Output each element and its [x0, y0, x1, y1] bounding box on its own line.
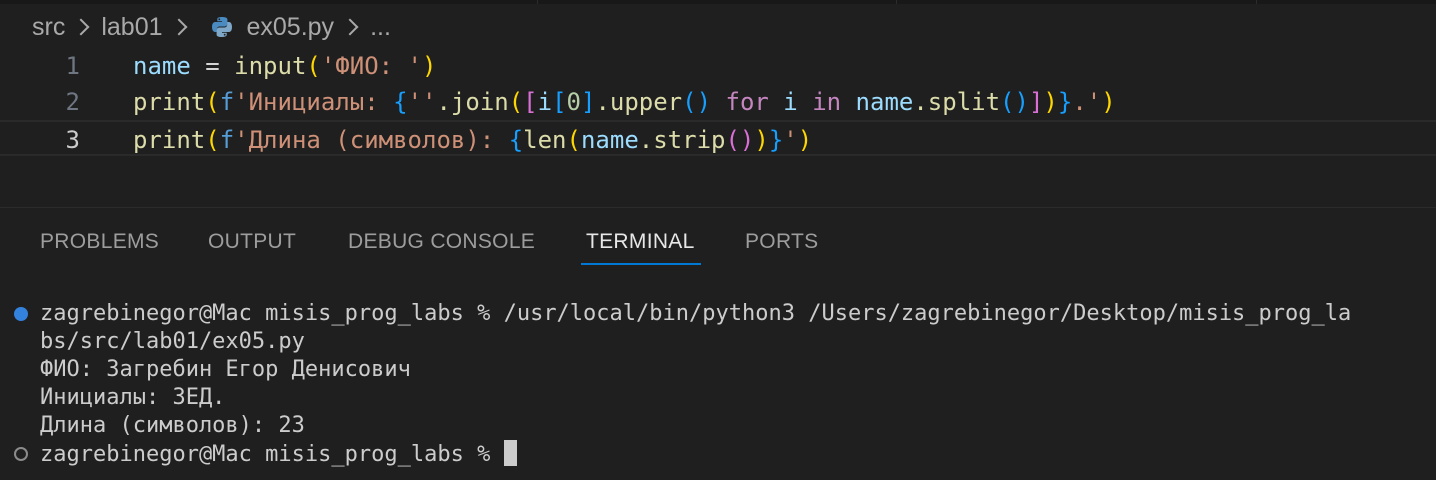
code-line[interactable]: 2 print(f'Инициалы: {''.join([i[0].upper… — [0, 84, 1436, 120]
token: .split — [913, 88, 1001, 116]
token: .' — [1072, 88, 1102, 116]
token: 'Длина (символов): — [234, 126, 509, 154]
token: } — [1057, 88, 1073, 116]
terminal-line: zagrebinegor@Mac misis_prog_labs % /usr/… — [40, 301, 1352, 326]
token: ( — [306, 52, 321, 80]
token: ] — [1028, 88, 1044, 116]
token: len — [523, 126, 567, 154]
code-editor[interactable]: 1 name = input('ФИО: ') 2 print(f'Инициа… — [0, 46, 1436, 206]
tab-terminal[interactable]: TERMINAL — [586, 230, 695, 254]
top-tab-strip — [0, 0, 1436, 4]
token: () — [725, 126, 755, 154]
token: 'Инициалы: — [234, 88, 394, 116]
token: name — [855, 88, 914, 116]
code-text: name = input('ФИО: ') — [133, 48, 436, 84]
token: name — [133, 52, 191, 80]
terminal-line: Инициалы: ЗЕД. — [40, 385, 226, 410]
token: for — [711, 88, 784, 116]
token: .upper — [595, 88, 683, 116]
token: i — [537, 88, 553, 116]
token: ( — [205, 88, 220, 116]
command-status-dot-icon[interactable] — [14, 447, 28, 461]
chevron-right-icon — [341, 18, 359, 36]
code-text: print(f'Длина (символов): {len(name.stri… — [133, 122, 812, 158]
python-file-icon — [211, 16, 233, 38]
token: input — [234, 52, 307, 80]
code-text: print(f'Инициалы: {''.join([i[0].upper()… — [133, 84, 1116, 120]
token: [ — [552, 88, 567, 116]
token: ) — [754, 126, 769, 154]
breadcrumb-item-file[interactable]: ex05.py — [247, 13, 335, 42]
panel-divider — [0, 207, 1436, 208]
token: ) — [1101, 88, 1116, 116]
code-line-current[interactable]: 3 print(f'Длина (символов): {len(name.st… — [0, 120, 1436, 156]
token: f — [219, 88, 235, 116]
panel-tabs: PROBLEMS OUTPUT DEBUG CONSOLE TERMINAL P… — [0, 222, 1436, 266]
token: ( — [508, 88, 524, 116]
token: ' — [783, 126, 798, 154]
token: i — [783, 88, 798, 116]
token: = — [190, 52, 235, 80]
chevron-right-icon — [170, 18, 187, 36]
breadcrumb-item-src[interactable]: src — [32, 13, 65, 42]
command-status-dot-icon[interactable] — [14, 307, 28, 321]
terminal-line: Длина (символов): 23 — [40, 413, 305, 438]
active-tab-indicator — [581, 263, 701, 265]
token: } — [768, 126, 784, 154]
token: f — [219, 126, 235, 154]
line-number: 3 — [65, 126, 80, 154]
terminal-line: bs/src/lab01/ex05.py — [40, 329, 305, 354]
line-number: 2 — [65, 88, 80, 116]
token: ) — [1043, 88, 1058, 116]
token: ( — [566, 126, 581, 154]
breadcrumb: src lab01 ex05.py ... — [32, 10, 391, 44]
terminal[interactable]: zagrebinegor@Mac misis_prog_labs % /usr/… — [0, 300, 1436, 480]
tab-debug-console[interactable]: DEBUG CONSOLE — [348, 230, 535, 254]
token: 0 — [566, 88, 581, 116]
tab-divider — [537, 0, 538, 4]
line-number: 1 — [65, 52, 80, 80]
breadcrumb-item-more[interactable]: ... — [370, 13, 391, 42]
tab-ports[interactable]: PORTS — [745, 230, 818, 254]
tab-divider — [896, 0, 897, 4]
token: 'ФИО: ' — [320, 52, 423, 80]
terminal-prompt-line[interactable]: zagrebinegor@Mac misis_prog_labs % — [40, 440, 517, 468]
token: in — [797, 88, 856, 116]
code-line[interactable]: 1 name = input('ФИО: ') — [0, 48, 1436, 84]
chevron-right-icon — [72, 18, 90, 36]
token: ) — [422, 52, 437, 80]
token: print — [133, 126, 206, 154]
tab-divider — [1256, 0, 1257, 4]
token: name — [580, 126, 639, 154]
terminal-prompt: zagrebinegor@Mac misis_prog_labs % — [40, 442, 504, 467]
token: .join — [436, 88, 509, 116]
terminal-cursor — [503, 440, 517, 466]
token: [ — [523, 88, 538, 116]
terminal-line: ФИО: Загребин Егор Денисович — [40, 357, 411, 382]
token: print — [133, 88, 206, 116]
token: .strip — [638, 126, 726, 154]
token: ) — [797, 126, 813, 154]
token: ( — [205, 126, 220, 154]
token: () — [1000, 88, 1029, 116]
token: ] — [580, 88, 596, 116]
token: { — [393, 88, 408, 116]
token: () — [682, 88, 712, 116]
tab-problems[interactable]: PROBLEMS — [40, 230, 159, 254]
token: { — [508, 126, 524, 154]
tab-output[interactable]: OUTPUT — [208, 230, 296, 254]
token: '' — [407, 88, 437, 116]
breadcrumb-item-lab01[interactable]: lab01 — [101, 13, 162, 42]
